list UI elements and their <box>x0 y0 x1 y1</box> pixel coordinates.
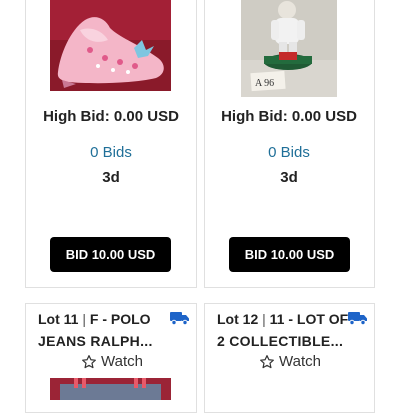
shoe-icon <box>50 0 171 91</box>
high-bid-label: High Bid: 0.00 USD <box>43 108 179 125</box>
lot-title-line2[interactable]: JEANS RALPH... <box>38 331 153 351</box>
watch-label: Watch <box>101 353 143 370</box>
lot-title[interactable]: Lot 12 | 11 - LOT OF <box>217 309 348 329</box>
lot-title[interactable]: Lot 11 | F - POLO <box>38 309 151 329</box>
lot-title-line1: 11 - LOT OF <box>269 311 349 327</box>
star-icon <box>82 354 96 368</box>
lot-title-line2[interactable]: 2 COLLECTIBLE... <box>217 331 343 351</box>
star-icon <box>260 354 274 368</box>
bid-button[interactable]: BID 10.00 USD <box>229 237 350 272</box>
lot-image[interactable] <box>50 378 171 400</box>
truck-icon <box>170 312 189 325</box>
watch-button[interactable]: Watch <box>259 353 321 370</box>
watch-button[interactable]: Watch <box>81 353 143 370</box>
lot-number: Lot 11 <box>38 311 79 327</box>
high-bid-label: High Bid: 0.00 USD <box>221 108 357 125</box>
bag-icon <box>50 378 171 400</box>
lot-separator: | <box>82 311 86 327</box>
figurine-icon: A 96 <box>241 0 337 97</box>
bid-button[interactable]: BID 10.00 USD <box>50 237 171 272</box>
lot-number: Lot 12 <box>217 311 259 327</box>
watch-label: Watch <box>279 353 321 370</box>
lot-title-line1: F - POLO <box>89 311 151 327</box>
time-left: 3d <box>102 169 120 186</box>
time-left: 3d <box>280 169 298 186</box>
lot-image[interactable]: A 96 <box>241 0 337 97</box>
truck-icon <box>348 312 367 325</box>
image-tag: A 96 <box>255 78 274 89</box>
lot-image[interactable] <box>50 0 171 91</box>
lot-separator: | <box>262 311 266 327</box>
bids-count-link[interactable]: 0 Bids <box>208 144 370 162</box>
bids-count-link[interactable]: 0 Bids <box>30 144 192 162</box>
